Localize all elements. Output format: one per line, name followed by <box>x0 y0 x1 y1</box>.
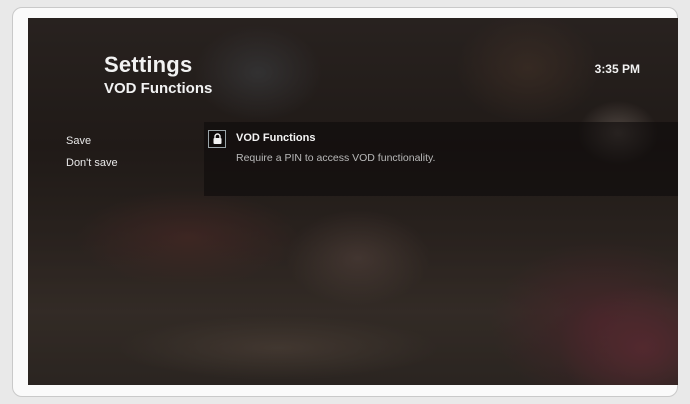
page-subtitle: VOD Functions <box>104 80 213 97</box>
save-button[interactable]: Save <box>66 130 118 152</box>
lock-icon <box>208 130 226 148</box>
vod-functions-panel[interactable]: VOD Functions Require a PIN to access VO… <box>204 122 678 196</box>
panel-title: VOD Functions <box>236 132 316 144</box>
clock-display: 3:35 PM <box>594 62 640 76</box>
panel-description: Require a PIN to access VOD functionalit… <box>236 152 436 164</box>
page-title: Settings <box>104 52 193 77</box>
dont-save-button[interactable]: Don't save <box>66 152 118 174</box>
tv-screen: Settings VOD Functions 3:35 PM Save Don'… <box>28 18 678 385</box>
save-menu: Save Don't save <box>66 130 118 174</box>
